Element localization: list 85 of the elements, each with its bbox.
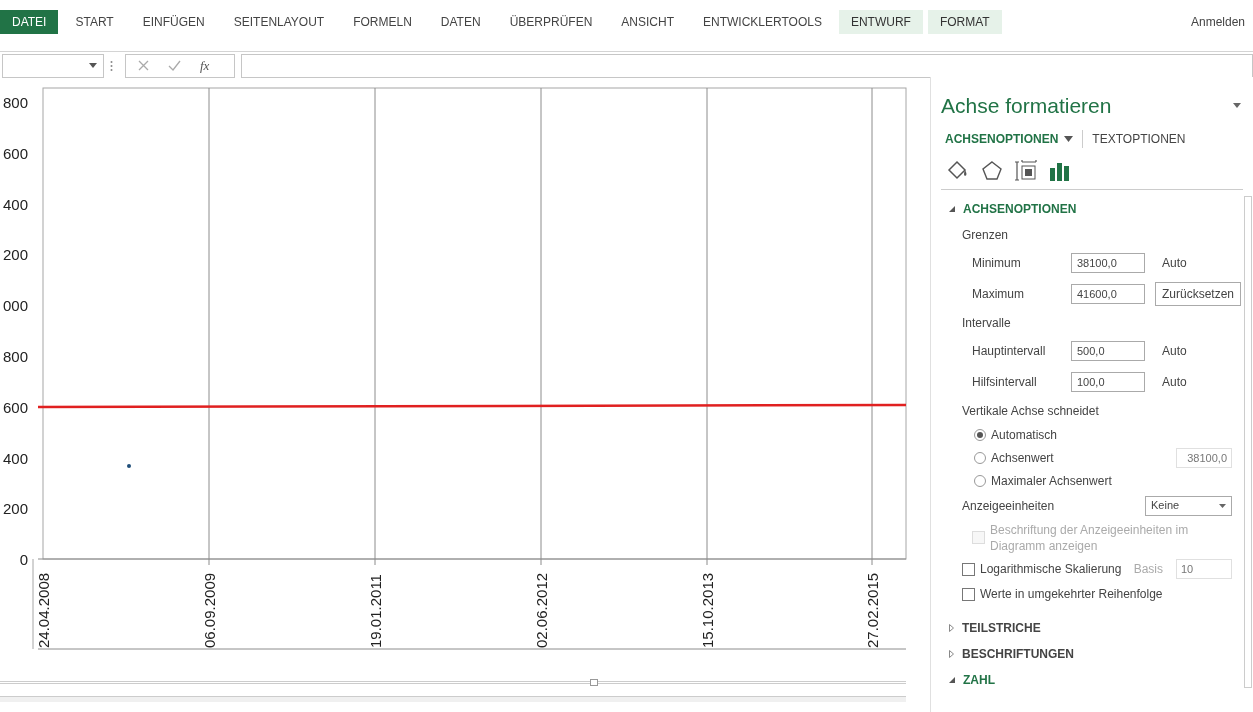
section-header[interactable]: ZAHL [931, 666, 995, 693]
ribbon-tab[interactable]: FORMELN [341, 10, 424, 34]
caret-icon [1233, 103, 1241, 109]
axis-value-field[interactable]: 38100,0 [1176, 448, 1232, 468]
radio-button[interactable] [974, 429, 986, 441]
field-label: Minimum [972, 255, 1022, 272]
checkbox[interactable] [962, 587, 975, 601]
insert-function-button[interactable]: fx [200, 55, 210, 76]
y-axis-label: 400 [2, 449, 28, 467]
group-label: Intervalle [962, 314, 1011, 332]
size-properties-icon[interactable] [1013, 158, 1039, 183]
section-header[interactable]: ACHSENOPTIONEN [931, 195, 1077, 222]
x-axis-label: 15.10.2013 [699, 572, 716, 648]
y-axis-label: 800 [2, 94, 28, 111]
x-axis-label: 02.06.2012 [533, 572, 550, 648]
number-field[interactable]: 500,0 [1071, 341, 1145, 361]
pane-tab[interactable]: ACHSENOPTIONEN [945, 129, 1083, 148]
x-axis-label: 19.01.2011 [367, 574, 384, 648]
cancel-icon [138, 60, 149, 71]
x-axis-label: 24.04.2008 [35, 572, 52, 648]
expanded-icon [949, 205, 955, 212]
radio-label: Maximaler Achsenwert [991, 473, 1112, 490]
radio-label: Achsenwert [991, 450, 1054, 467]
y-axis-label: 800 [2, 348, 28, 365]
ribbon-tab[interactable]: DATEN [428, 10, 493, 34]
collapsed-icon [949, 649, 954, 658]
auto-label: Auto [1162, 343, 1187, 360]
caret-icon [1219, 503, 1226, 508]
checkbox-label: Werte in umgekehrter Reihenfolge [980, 586, 1163, 603]
group-label: Vertikale Achse schneidet [962, 402, 1099, 420]
y-axis-label: 600 [2, 144, 28, 162]
check-icon [168, 60, 181, 71]
y-axis-label: 000 [2, 297, 28, 315]
collapsed-icon [949, 623, 954, 632]
field-label: Anzeigeeinheiten [962, 497, 1055, 515]
expanded-icon [949, 676, 955, 683]
y-axis-label: 400 [2, 195, 28, 213]
radio-button[interactable] [974, 452, 986, 464]
base-field[interactable]: 10 [1176, 559, 1232, 579]
y-axis-label: 200 [2, 246, 28, 264]
ribbon-tab[interactable]: ENTWURF [838, 10, 923, 34]
ribbon-tab[interactable]: ANSICHT [609, 10, 686, 34]
resize-handle[interactable] [590, 679, 598, 686]
auto-label: Auto [1162, 255, 1187, 272]
ribbon-tab[interactable]: START [63, 10, 126, 34]
y-axis-label: 0 [19, 551, 28, 569]
radio-button[interactable] [974, 475, 986, 487]
checkbox-label: Logarithmische Skalierung [980, 561, 1122, 578]
pane-title: Achse formatieren [941, 93, 1112, 119]
number-field[interactable]: 100,0 [1071, 372, 1145, 392]
vertical-scrollbar[interactable] [1244, 195, 1252, 688]
ribbon-tab[interactable]: DATEI [0, 10, 59, 34]
horizontal-scrollbar[interactable] [0, 696, 906, 702]
pane-tab[interactable]: TEXTOPTIONEN [1082, 129, 1195, 148]
pentagon-icon[interactable] [979, 158, 1005, 183]
y-axis-label: 600 [2, 398, 28, 416]
ribbon-tab[interactable]: FORMAT [927, 10, 1002, 34]
x-axis-label: 06.09.2009 [201, 572, 218, 648]
radio-label: Automatisch [991, 427, 1058, 444]
units-dropdown[interactable]: Keine [1145, 495, 1232, 516]
number-field[interactable]: 41600,0 [1071, 284, 1145, 304]
data-point [127, 464, 131, 468]
field-label: Maximum [972, 286, 1025, 303]
base-label: Basis [1133, 561, 1163, 578]
ribbon-tab[interactable]: ENTWICKLERTOOLS [691, 10, 834, 34]
x-axis-label: 27.02.2015 [864, 572, 881, 648]
caret-icon [89, 63, 97, 68]
checkbox[interactable] [962, 562, 975, 576]
field-label: Hilfsintervall [972, 374, 1038, 391]
number-field[interactable]: 38100,0 [1071, 253, 1145, 273]
caret-icon [1064, 135, 1074, 142]
auto-label: Auto [1162, 374, 1187, 391]
sign-in-link[interactable]: Anmelden [1190, 13, 1245, 31]
section-header[interactable]: TEILSTRICHE [931, 614, 1041, 641]
reset-button[interactable]: Zurücksetzen [1155, 282, 1242, 306]
section-header[interactable]: BESCHRIFTUNGEN [931, 640, 1074, 667]
name-box[interactable] [2, 53, 104, 78]
checkbox-label: Beschriftung der Anzeigeeinheiten im Diagramm anzeigen [990, 521, 1190, 554]
ribbon-tab[interactable]: ÜBERPRÜFEN [497, 10, 605, 34]
grip-icon [110, 59, 113, 72]
y-axis-label: 200 [2, 500, 28, 518]
ribbon-tab[interactable]: EINFÜGEN [130, 10, 217, 34]
field-label: Hauptintervall [972, 343, 1047, 360]
group-label: Grenzen [962, 226, 1009, 244]
ribbon-tab[interactable]: SEITENLAYOUT [221, 10, 337, 34]
